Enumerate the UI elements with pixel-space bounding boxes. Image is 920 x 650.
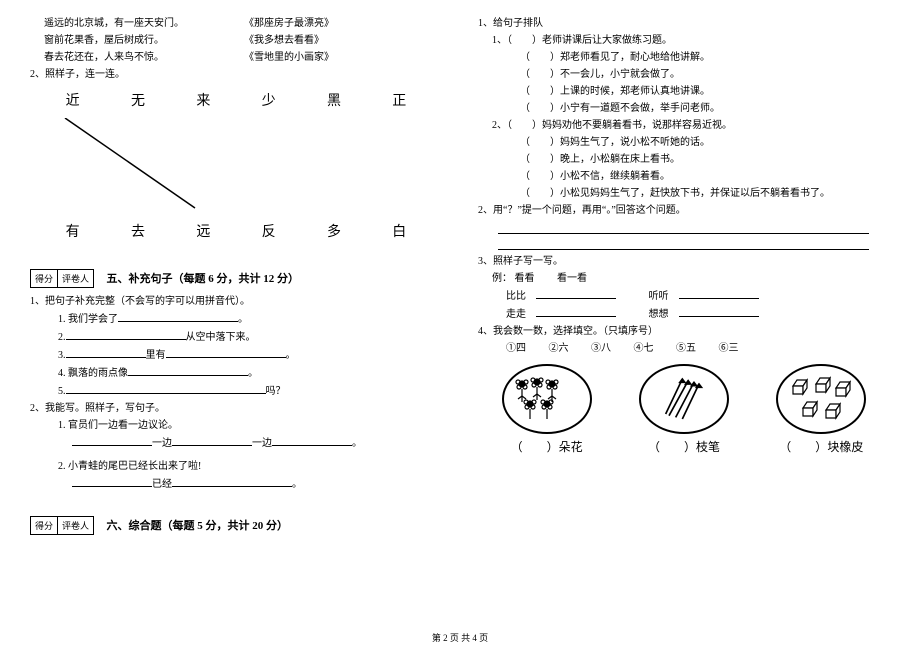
match-right: 《我多想去看看》: [244, 33, 324, 48]
fill-item: 1. 我们学会了。: [30, 311, 442, 327]
match-line-svg: [30, 118, 442, 213]
char: 少: [236, 90, 301, 110]
q2-title: 2、照样子，连一连。: [30, 67, 442, 82]
list-item: （ ）晚上，小松躺在床上看书。: [492, 152, 890, 167]
char-row-top: 近 无 来 少 黑 正: [40, 90, 432, 110]
match-pair: 遥远的北京城，有一座天安门。 《那座房子最漂亮》: [44, 16, 442, 31]
score-box: 得分 评卷人: [30, 269, 94, 288]
q1-title: 1、给句子排队: [478, 16, 890, 31]
char: 正: [367, 90, 432, 110]
example-2: 2. 小青蛙的尾巴已经长出来了啦!: [30, 459, 442, 474]
list-item: （ ）上课的时候，郑老师认真地讲课。: [492, 84, 890, 99]
blank[interactable]: [536, 306, 616, 317]
right-column: 1、给句子排队 1、（ ）老师讲课后让大家做练习题。 （ ）郑老师看见了，耐心地…: [460, 14, 890, 624]
reviewer-label: 评卷人: [58, 517, 93, 534]
blank[interactable]: [679, 288, 759, 299]
erasers-icon: [776, 364, 866, 434]
answer-line[interactable]: [498, 238, 869, 250]
char: 去: [105, 221, 170, 241]
match-pair: 窗前花果香，屋后树成行。 《我多想去看看》: [44, 33, 442, 48]
list-item: （ ）妈妈生气了，说小松不听她的话。: [492, 135, 890, 150]
image-row: （ ）朵花 （ ）枝笔: [478, 364, 890, 455]
list-item: （ ）小松不信，继续躺着看。: [492, 169, 890, 184]
match-left: 遥远的北京城，有一座天安门。: [44, 16, 244, 31]
char: 多: [301, 221, 366, 241]
char: 有: [40, 221, 105, 241]
blank[interactable]: [118, 311, 238, 322]
reviewer-label: 评卷人: [58, 270, 93, 287]
char: 反: [236, 221, 301, 241]
caption: （ ）块橡皮: [753, 438, 890, 455]
section-6-title: 六、综合题（每题 5 分，共计 20 分）: [107, 517, 289, 533]
char: 无: [105, 90, 170, 110]
blank[interactable]: [66, 347, 146, 358]
caption: （ ）枝笔: [615, 438, 752, 455]
flowers-icon: [502, 364, 592, 434]
list-item: （ ）小松见妈妈生气了，赶快放下书，并保证以后不躺着看书了。: [492, 186, 890, 201]
fill-item: 2.从空中落下来。: [30, 329, 442, 345]
blank[interactable]: [172, 435, 252, 446]
fill-item: 已经。: [30, 476, 442, 492]
match-pair: 春去花还在，人来鸟不惊。 《雪地里的小画家》: [44, 50, 442, 65]
blank[interactable]: [72, 435, 152, 446]
image-cell-pencils: （ ）枝笔: [615, 364, 752, 455]
option-row: ①四 ②六 ③八 ④七 ⑤五 ⑥三: [478, 341, 890, 356]
list-item: （ ）小宁有一道题不会做，举手问老师。: [492, 101, 890, 116]
match-right: 《那座房子最漂亮》: [244, 16, 334, 31]
blank[interactable]: [146, 383, 266, 394]
list-head: 2、（ ）妈妈劝他不要躺着看书，说那样容易近视。: [492, 118, 890, 133]
q5-2: 2、我能写。照样子，写句子。: [30, 401, 442, 416]
example-row: 例： 看看 看一看: [478, 271, 890, 286]
list-item: （ ）郑老师看见了，耐心地给他讲解。: [492, 50, 890, 65]
blank[interactable]: [172, 476, 292, 487]
pair-row: 走走 想想: [478, 306, 890, 322]
score-label: 得分: [31, 517, 58, 534]
blank[interactable]: [128, 365, 248, 376]
q4-title: 4、我会数一数，选择填空。（只填序号）: [478, 324, 890, 339]
char: 来: [171, 90, 236, 110]
blank[interactable]: [66, 383, 146, 394]
image-cell-flowers: （ ）朵花: [478, 364, 615, 455]
list-item: （ ）不一会儿，小宁就会做了。: [492, 67, 890, 82]
char: 远: [171, 221, 236, 241]
caption: （ ）朵花: [478, 438, 615, 455]
matching-area: [30, 118, 442, 213]
blank[interactable]: [72, 476, 152, 487]
match-right: 《雪地里的小画家》: [244, 50, 334, 65]
blank[interactable]: [536, 288, 616, 299]
score-label: 得分: [31, 270, 58, 287]
blank[interactable]: [166, 347, 286, 358]
pair-row: 比比 听听: [478, 288, 890, 304]
char: 黑: [301, 90, 366, 110]
char: 白: [367, 221, 432, 241]
fill-item: 3.里有。: [30, 347, 442, 363]
fill-item: 一边一边。: [30, 435, 442, 451]
answer-line[interactable]: [498, 222, 869, 234]
blank[interactable]: [679, 306, 759, 317]
blank[interactable]: [66, 329, 186, 340]
blank[interactable]: [272, 435, 352, 446]
char: 近: [40, 90, 105, 110]
page-footer: 第 2 页 共 4 页: [0, 631, 920, 644]
example-1: 1. 官员们一边看一边议论。: [30, 418, 442, 433]
section-5-title: 五、补充句子（每题 6 分，共计 12 分）: [107, 270, 300, 286]
match-left: 窗前花果香，屋后树成行。: [44, 33, 244, 48]
score-box: 得分 评卷人: [30, 516, 94, 535]
pencils-icon: [639, 364, 729, 434]
q3-title: 3、照样子写一写。: [478, 254, 890, 269]
list-head: 1、（ ）老师讲课后让大家做练习题。: [492, 33, 890, 48]
fill-item: 5.吗？: [30, 383, 442, 399]
q5-1: 1、把句子补充完整（不会写的字可以用拼音代）。: [30, 294, 442, 309]
image-cell-erasers: （ ）块橡皮: [753, 364, 890, 455]
left-column: 遥远的北京城，有一座天安门。 《那座房子最漂亮》 窗前花果香，屋后树成行。 《我…: [30, 14, 460, 624]
match-left: 春去花还在，人来鸟不惊。: [44, 50, 244, 65]
char-row-bottom: 有 去 远 反 多 白: [40, 221, 432, 241]
q2-title: 2、用“？”提一个问题，再用“。”回答这个问题。: [478, 203, 890, 218]
fill-item: 4. 飘落的雨点像。: [30, 365, 442, 381]
